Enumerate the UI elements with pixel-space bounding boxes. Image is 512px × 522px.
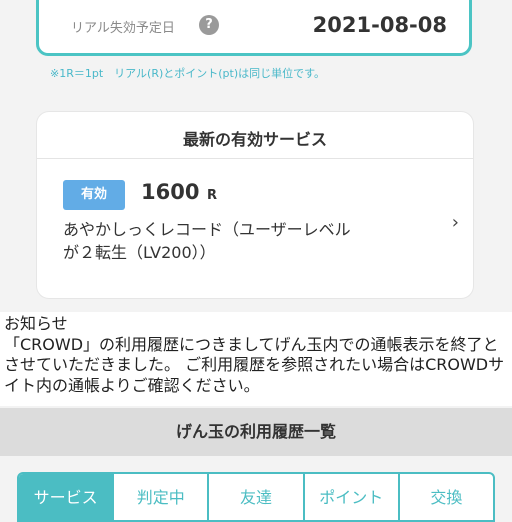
service-name: あやかしっくレコード（ユーザーレベルが２転生（LV200）） — [63, 220, 351, 262]
points-value: 1600 — [141, 180, 200, 204]
points-unit: R — [207, 188, 218, 203]
chevron-right-icon[interactable]: › — [452, 212, 459, 233]
expiry-label: リアル失効予定日 — [71, 21, 175, 36]
tab-service[interactable]: サービス — [19, 474, 113, 520]
notice-section: お知らせ 「CROWD」の利用履歴につきましてげん玉内での通帳表示を終了とさせて… — [0, 312, 512, 406]
help-icon[interactable]: ? — [199, 15, 219, 35]
history-header: げん玉の利用履歴一覧 — [0, 408, 512, 456]
latest-service-card[interactable]: 最新の有効サービス 有効 1600 R あやかしっくレコード（ユーザーレベルが２… — [37, 112, 473, 298]
expiry-card: リアル失効予定日 ? 2021-08-08 — [36, 0, 472, 56]
tab-friends[interactable]: 友達 — [207, 474, 302, 520]
tab-pending[interactable]: 判定中 — [112, 474, 207, 520]
tab-exchange[interactable]: 交換 — [397, 474, 493, 520]
history-tabs: サービス 判定中 友達 ポイント 交換 — [17, 472, 495, 522]
divider — [37, 158, 473, 159]
expiry-date: 2021-08-08 — [312, 13, 447, 37]
tab-points[interactable]: ポイント — [302, 474, 398, 520]
status-badge: 有効 — [63, 180, 125, 210]
unit-note: ※1R＝1pt リアル(R)とポイント(pt)は同じ単位です。 — [50, 67, 326, 80]
latest-service-title: 最新の有効サービス — [182, 130, 327, 149]
notice-text: お知らせ 「CROWD」の利用履歴につきましてげん玉内での通帳表示を終了とさせて… — [4, 314, 505, 395]
